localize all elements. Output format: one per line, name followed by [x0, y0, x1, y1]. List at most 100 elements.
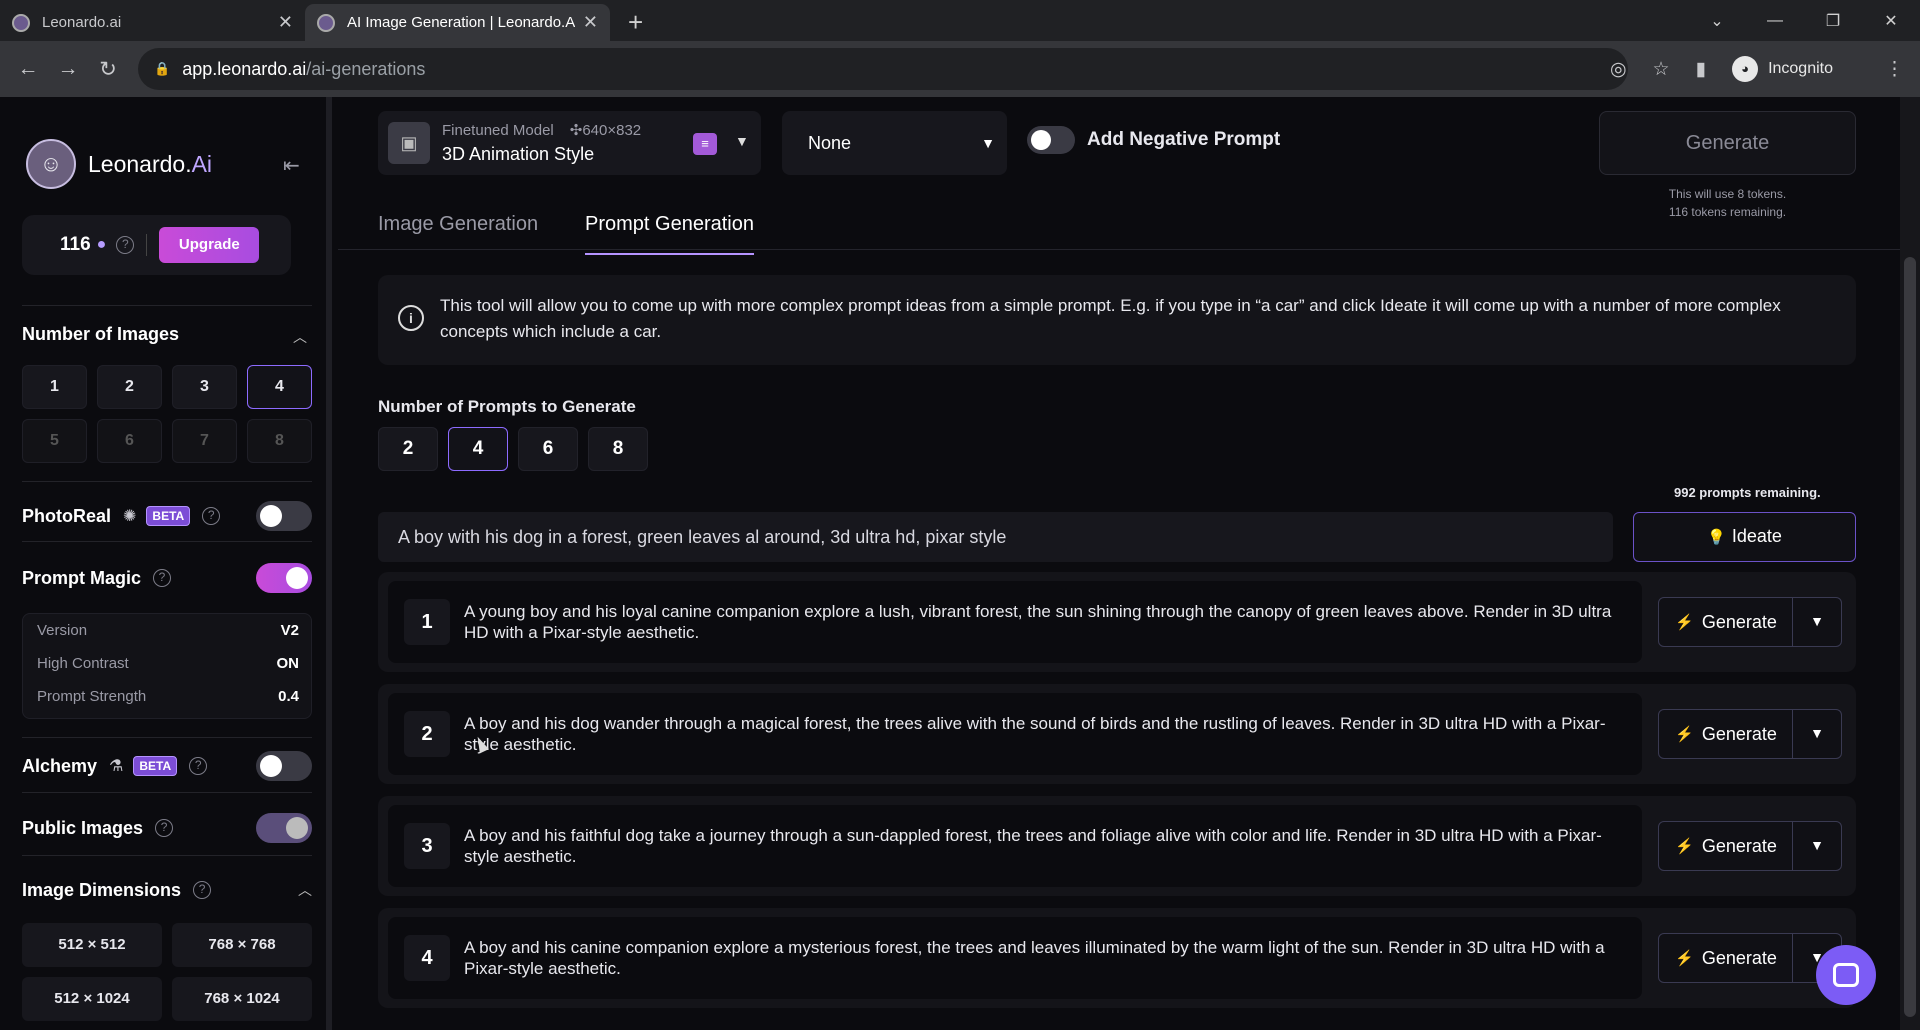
prompt-magic-toggle[interactable] — [256, 563, 312, 593]
back-icon[interactable]: ← — [8, 57, 48, 81]
alchemy-row: Alchemy ⚗ BETA ? — [22, 749, 312, 783]
divider — [22, 541, 312, 542]
model-thumbnail: ▣ — [388, 122, 430, 164]
number-of-images-grid: 1 2 3 4 5 6 7 8 — [22, 365, 312, 463]
brand-name: Leonardo.Ai — [88, 151, 212, 178]
tab-search-icon[interactable]: ⌄ — [1688, 11, 1746, 31]
negative-prompt-toggle[interactable] — [1027, 126, 1075, 154]
forward-icon[interactable]: → — [48, 57, 88, 81]
incognito-profile-button[interactable]: ◕ Incognito — [1732, 56, 1859, 82]
help-icon[interactable]: ? — [202, 507, 221, 525]
prompt-count-option-selected[interactable]: 4 — [448, 427, 508, 471]
num-images-option[interactable]: 1 — [22, 365, 87, 409]
photoreal-toggle[interactable] — [256, 501, 312, 531]
prompt-generate-options-chevron-icon[interactable]: ▼ — [1792, 709, 1842, 759]
tab-image-generation[interactable]: Image Generation — [378, 213, 538, 236]
prompt-generate-button[interactable]: ⚡ Generate — [1658, 933, 1794, 983]
close-window-icon[interactable]: ✕ — [1862, 11, 1920, 31]
num-images-option[interactable]: 8 — [247, 419, 312, 463]
beta-badge: BETA — [133, 756, 178, 776]
browser-tab-ai-generation[interactable]: AI Image Generation | Leonardo.Ai ✕ — [305, 4, 610, 41]
incognito-icon: ◕ — [1732, 56, 1759, 82]
ideate-button[interactable]: 💡 Ideate — [1633, 512, 1856, 562]
help-icon[interactable]: ? — [155, 819, 174, 837]
help-icon[interactable]: ? — [116, 236, 135, 254]
photoreal-label: PhotoReal — [22, 505, 112, 526]
dimension-option[interactable]: 768 × 768 — [172, 923, 312, 967]
divider — [22, 481, 312, 482]
prompt-generate-options-chevron-icon[interactable]: ▼ — [1792, 821, 1842, 871]
prompt-result-text: A boy and his dog wander through a magic… — [464, 714, 1606, 754]
scrollbar-thumb[interactable] — [1904, 257, 1916, 1017]
prompt-result-number: 1 — [404, 599, 450, 645]
model-info-icon[interactable]: ≡ — [693, 133, 717, 155]
collapse-sidebar-icon[interactable]: ⇤ — [283, 153, 300, 178]
prompt-generate-button[interactable]: ⚡ Generate — [1658, 821, 1794, 871]
token-count: 116 — [60, 234, 91, 255]
dimension-option[interactable]: 768 × 1024 — [172, 977, 312, 1021]
num-images-option[interactable]: 7 — [172, 419, 237, 463]
page-scrollbar[interactable] — [1900, 97, 1920, 1030]
dimension-option[interactable]: 512 × 512 — [22, 923, 162, 967]
reload-icon[interactable]: ↻ — [88, 57, 128, 82]
window-controls: ⌄ — ❐ ✕ — [1688, 0, 1920, 41]
sidebar: ☺ Leonardo.Ai ⇤ 116 ● ? Upgrade Number o… — [0, 97, 332, 1030]
chevron-down-icon[interactable]: ▼ — [735, 133, 749, 149]
public-images-toggle[interactable] — [256, 813, 312, 843]
tab-prompt-generation[interactable]: Prompt Generation — [585, 213, 754, 255]
upgrade-button[interactable]: Upgrade — [159, 227, 260, 263]
eye-off-icon[interactable]: ◎ — [1610, 58, 1627, 81]
prompt-magic-row: Prompt Magic ? — [22, 561, 312, 595]
new-tab-button[interactable]: + — [628, 7, 643, 37]
bolt-icon: ⚡ — [1675, 726, 1694, 743]
prompt-input[interactable] — [378, 512, 1613, 562]
help-icon[interactable]: ? — [193, 881, 212, 899]
brand-logo[interactable]: ☺ Leonardo.Ai — [26, 139, 212, 189]
public-images-row: Public Images ? — [22, 811, 312, 845]
alchemy-label: Alchemy — [22, 755, 98, 776]
prompt-count-option[interactable]: 8 — [588, 427, 648, 471]
side-panel-icon[interactable]: ▮ — [1696, 58, 1706, 81]
menu-kebab-icon[interactable]: ⋮ — [1885, 58, 1904, 81]
num-images-option[interactable]: 2 — [97, 365, 162, 409]
prompts-remaining: 992 prompts remaining. — [1674, 485, 1821, 500]
lightbulb-icon: 💡 — [1707, 529, 1726, 546]
alchemy-toggle[interactable] — [256, 751, 312, 781]
address-bar[interactable]: 🔒 app.leonardo.ai/ai-generations — [138, 48, 1628, 90]
prompt-generate-button[interactable]: ⚡ Generate — [1658, 709, 1794, 759]
sparkle-icon: ✺ — [123, 508, 137, 525]
generate-label: Generate — [1701, 835, 1777, 856]
chevron-up-icon[interactable]: ︿ — [298, 880, 312, 900]
help-icon[interactable]: ? — [153, 569, 172, 587]
num-images-option[interactable]: 3 — [172, 365, 237, 409]
model-selector[interactable]: ▣ Finetuned Model ✣640×832 3D Animation S… — [378, 111, 761, 175]
prompt-result-card: 2 A boy and his dog wander through a mag… — [378, 684, 1856, 784]
setting-row: Version V2 — [23, 614, 311, 647]
prompt-result-number: 2 — [404, 711, 450, 757]
chevron-up-icon[interactable]: ︿ — [293, 327, 307, 347]
num-images-option-selected[interactable]: 4 — [247, 365, 312, 409]
bolt-icon: ⚡ — [1675, 838, 1694, 855]
num-images-option[interactable]: 6 — [97, 419, 162, 463]
chat-support-button[interactable] — [1816, 945, 1876, 1005]
close-tab-icon[interactable]: ✕ — [583, 12, 598, 33]
divider — [22, 737, 312, 738]
dimension-option[interactable]: 512 × 1024 — [22, 977, 162, 1021]
browser-tab-leonardo[interactable]: Leonardo.ai ✕ — [0, 4, 305, 41]
prompt-count-option[interactable]: 2 — [378, 427, 438, 471]
minimize-icon[interactable]: — — [1746, 12, 1804, 30]
num-images-option[interactable]: 5 — [22, 419, 87, 463]
help-icon[interactable]: ? — [189, 757, 208, 775]
prompt-count-option[interactable]: 6 — [518, 427, 578, 471]
close-tab-icon[interactable]: ✕ — [278, 12, 293, 33]
prompt-generate-options-chevron-icon[interactable]: ▼ — [1792, 597, 1842, 647]
generate-button[interactable]: Generate — [1599, 111, 1856, 175]
restore-icon[interactable]: ❐ — [1804, 11, 1862, 31]
setting-value: 0.4 — [278, 688, 299, 705]
prompt-magic-settings[interactable]: Version V2 High Contrast ON Prompt Strengt… — [22, 613, 312, 719]
model-type: Finetuned Model — [442, 122, 554, 139]
prompt-result-body: 3 A boy and his faithful dog take a jour… — [388, 805, 1642, 887]
bookmark-star-icon[interactable]: ☆ — [1653, 58, 1670, 81]
preset-style-select[interactable]: None ▼ — [782, 111, 1007, 175]
prompt-generate-button[interactable]: ⚡ Generate — [1658, 597, 1794, 647]
